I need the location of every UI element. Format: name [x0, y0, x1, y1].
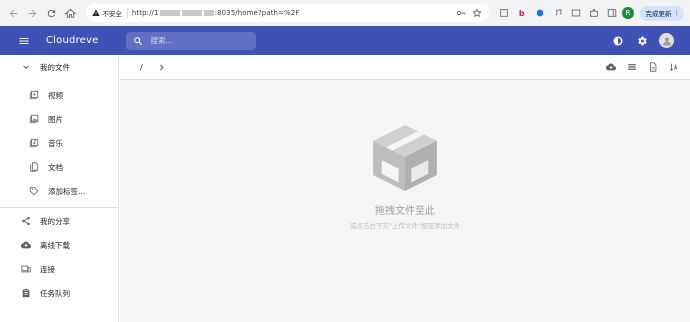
document-icon [28, 162, 39, 173]
sidepanel-icon[interactable] [605, 7, 618, 20]
sidebar-item-music[interactable]: 音乐 [0, 132, 118, 154]
browser-toolbar: 不安全 http://1:8035/home?path=%2F b R 完成更新… [0, 0, 690, 26]
video-icon [28, 90, 39, 101]
sidebar-item-add-tag[interactable]: 添加标签... [0, 180, 118, 202]
search-icon [134, 36, 143, 45]
back-icon[interactable] [6, 6, 20, 21]
file-info-icon[interactable] [646, 61, 659, 74]
security-indicator[interactable]: 不安全 [92, 8, 128, 18]
list-view-icon[interactable] [625, 61, 638, 74]
extension-badge-icon[interactable] [533, 7, 546, 20]
sidebar-item-image[interactable]: 图片 [0, 108, 118, 130]
more-vert-icon: ⋮ [673, 9, 681, 17]
bookmark-star-icon[interactable] [471, 7, 483, 19]
empty-box-icon [373, 125, 437, 191]
puzzle-icon[interactable] [587, 7, 600, 20]
security-label: 不安全 [102, 10, 122, 18]
chevron-down-icon[interactable] [20, 62, 31, 73]
user-avatar[interactable] [659, 33, 674, 48]
clipboard-icon [20, 288, 31, 299]
sidebar-item-connections[interactable]: 连接 [0, 258, 118, 280]
cloud-upload-icon[interactable] [604, 61, 617, 74]
person-icon [662, 37, 671, 45]
profile-avatar[interactable]: R [622, 7, 634, 19]
sidebar-item-video[interactable]: 视频 [0, 84, 118, 106]
extensions-row: b [497, 7, 618, 20]
warning-icon [92, 9, 101, 16]
breadcrumb-root[interactable]: / [140, 63, 143, 72]
sidebar-item-task-queue[interactable]: 任务队列 [0, 282, 118, 304]
empty-state: 拖拽文件至此 或点击右下方"上传文件"按钮添加文件 [120, 122, 690, 230]
image-icon [28, 114, 39, 125]
search-box[interactable] [126, 31, 257, 50]
sort-icon[interactable] [667, 61, 680, 74]
theme-toggle-icon[interactable] [611, 34, 625, 48]
devices-icon [20, 264, 31, 275]
reload-icon[interactable] [44, 6, 58, 21]
app-title[interactable]: Cloudreve [46, 35, 98, 46]
forward-icon[interactable] [25, 6, 39, 21]
sidebar: 我的文件 视频 图片 音乐 文档 添加标签... 我的分享 离线下载 连接 任务… [0, 55, 119, 322]
sidebar-item-document[interactable]: 文档 [0, 156, 118, 178]
sidebar-item-my-files[interactable]: 我的文件 [0, 56, 118, 78]
sidebar-item-my-shares[interactable]: 我的分享 [0, 210, 118, 232]
bing-icon[interactable]: b [515, 7, 528, 20]
cloud-download-icon [20, 240, 31, 251]
extension-icon[interactable] [497, 7, 510, 20]
search-input[interactable] [150, 36, 251, 45]
add-tag-icon [28, 186, 39, 197]
update-button[interactable]: 完成更新 ⋮ [639, 5, 685, 21]
file-drop-area[interactable]: 拖拽文件至此 或点击右下方"上传文件"按钮添加文件 [120, 80, 690, 322]
settings-gear-icon[interactable] [635, 34, 649, 48]
empty-state-subtitle: 或点击右下方"上传文件"按钮添加文件 [350, 222, 460, 230]
app-bar: Cloudreve [0, 26, 690, 55]
key-icon[interactable] [455, 7, 467, 19]
home-icon[interactable] [63, 6, 77, 21]
chevron-right-icon[interactable] [157, 62, 167, 72]
music-extension-icon[interactable] [551, 7, 564, 20]
menu-icon[interactable] [17, 34, 31, 48]
sidebar-item-offline-download[interactable]: 离线下载 [0, 234, 118, 256]
sidebar-divider [0, 207, 118, 208]
screenshot-icon[interactable] [569, 7, 582, 20]
share-icon [20, 216, 31, 227]
url-text[interactable]: http://1:8035/home?path=%2F [132, 9, 451, 17]
address-bar[interactable]: 不安全 http://1:8035/home?path=%2F [86, 4, 490, 22]
empty-state-title: 拖拽文件至此 [375, 206, 435, 217]
music-icon [28, 138, 39, 149]
navigation-toolbar: / [120, 55, 690, 80]
